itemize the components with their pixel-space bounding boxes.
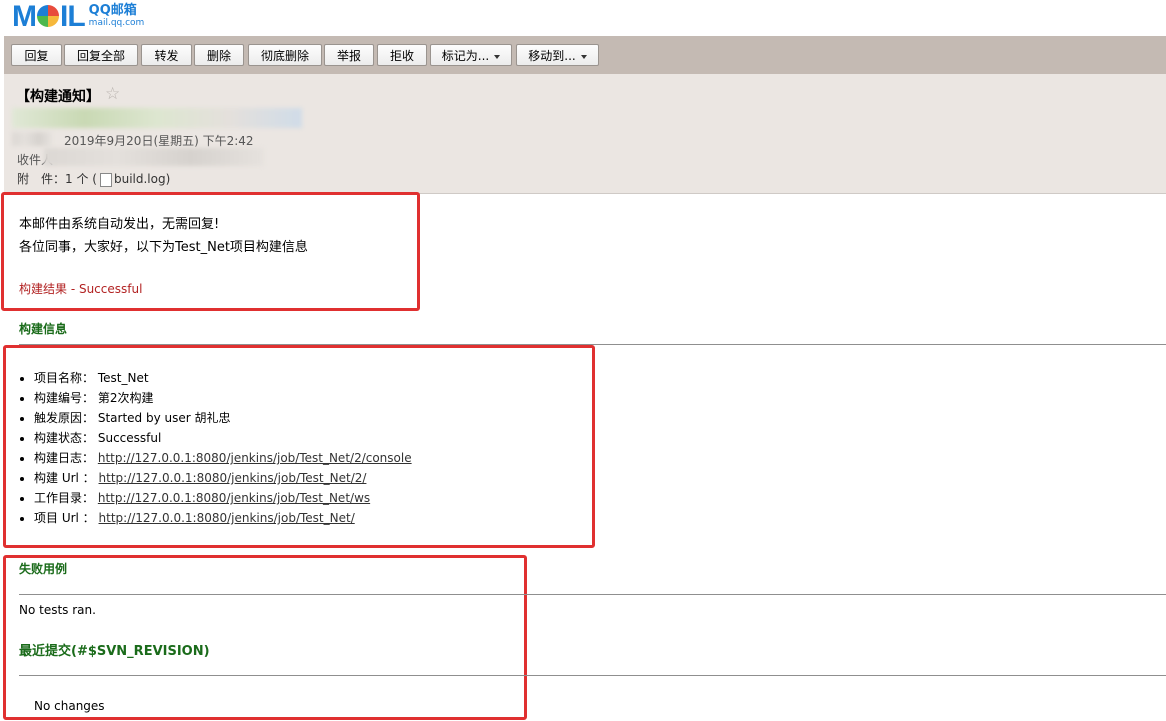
section-title-recent-commits: 最近提交(#$SVN_REVISION) xyxy=(19,644,210,659)
mail-subject: 【构建通知】 xyxy=(16,89,100,105)
qq-mail-logo[interactable]: M IL QQ邮箱 mail.qq.com xyxy=(12,2,144,32)
list-item: 项目名称： Test_Net xyxy=(34,368,412,388)
list-item: 触发原因： Started by user 胡礼忠 xyxy=(34,408,412,428)
no-changes-text: No changes xyxy=(34,699,105,713)
delete-button[interactable]: 删除 xyxy=(194,44,244,66)
auto-note: 本邮件由系统自动发出，无需回复! xyxy=(19,217,220,232)
star-outline-icon[interactable]: ☆ xyxy=(105,84,120,104)
mail-toolbar: 回复 回复全部 转发 删除 彻底删除 举报 拒收 标记为... 移动到... xyxy=(4,36,1166,74)
logo-bar: M IL QQ邮箱 mail.qq.com xyxy=(0,0,1166,36)
list-item: 构建 Url ： http://127.0.0.1:8080/jenkins/j… xyxy=(34,468,412,488)
attachment-file-link[interactable]: build.log xyxy=(114,172,166,186)
move-to-dropdown[interactable]: 移动到... xyxy=(516,44,599,66)
attachment-close: ) xyxy=(165,172,171,186)
workspace-link[interactable]: http://127.0.0.1:8080/jenkins/job/Test_N… xyxy=(98,491,370,505)
mail-logo-mark: M IL xyxy=(12,0,86,33)
chevron-down-icon xyxy=(580,54,587,59)
divider xyxy=(19,594,1166,595)
build-log-link[interactable]: http://127.0.0.1:8080/jenkins/job/Test_N… xyxy=(98,451,412,465)
section-title-build-info: 构建信息 xyxy=(19,322,68,336)
logo-title: QQ邮箱 xyxy=(88,3,137,18)
reply-button[interactable]: 回复 xyxy=(11,44,62,66)
sender-blurred xyxy=(12,108,302,128)
logo-url: mail.qq.com xyxy=(88,18,145,28)
greeting: 各位同事，大家好，以下为Test_Net项目构建信息 xyxy=(19,240,308,255)
chevron-down-icon xyxy=(494,54,501,59)
build-info-list: 项目名称： Test_Net 构建编号： 第2次构建 触发原因： Started… xyxy=(19,368,412,528)
mark-as-dropdown[interactable]: 标记为... xyxy=(430,44,512,66)
attachment-row: 附 件：1 个 ( build.log) xyxy=(17,170,170,187)
mark-as-label: 标记为... xyxy=(441,49,490,63)
list-item: 工作目录： http://127.0.0.1:8080/jenkins/job/… xyxy=(34,488,412,508)
project-url-link[interactable]: http://127.0.0.1:8080/jenkins/job/Test_N… xyxy=(99,511,355,525)
recipients-blurred xyxy=(44,148,264,166)
section-title-failed-tests: 失败用例 xyxy=(19,562,68,576)
list-item: 构建编号： 第2次构建 xyxy=(34,388,412,408)
list-item: 构建状态： Successful xyxy=(34,428,412,448)
build-result: 构建结果 - Successful xyxy=(19,282,143,296)
build-url-link[interactable]: http://127.0.0.1:8080/jenkins/job/Test_N… xyxy=(99,471,367,485)
list-item: 项目 Url ： http://127.0.0.1:8080/jenkins/j… xyxy=(34,508,412,528)
attachment-count: 1 个 ( xyxy=(65,172,97,186)
highlight-box-tests xyxy=(3,555,527,720)
delete-forever-button[interactable]: 彻底删除 xyxy=(248,44,322,66)
move-to-label: 移动到... xyxy=(528,49,576,63)
logo-text: QQ邮箱 mail.qq.com xyxy=(88,3,145,29)
reply-all-button[interactable]: 回复全部 xyxy=(64,44,138,66)
divider xyxy=(19,675,1166,676)
reject-button[interactable]: 拒收 xyxy=(377,44,427,66)
file-icon xyxy=(99,172,112,187)
mail-header: 【构建通知】 ☆ 2019年9月20日(星期五) 下午2:42 收件人 附 件：… xyxy=(4,74,1166,194)
mail-date: 2019年9月20日(星期五) 下午2:42 xyxy=(64,134,254,148)
no-tests-text: No tests ran. xyxy=(19,603,96,617)
attachment-label: 附 件： xyxy=(17,172,66,186)
time-label-blurred xyxy=(12,132,52,146)
report-button[interactable]: 举报 xyxy=(324,44,374,66)
forward-button[interactable]: 转发 xyxy=(141,44,192,66)
list-item: 构建日志： http://127.0.0.1:8080/jenkins/job/… xyxy=(34,448,412,468)
